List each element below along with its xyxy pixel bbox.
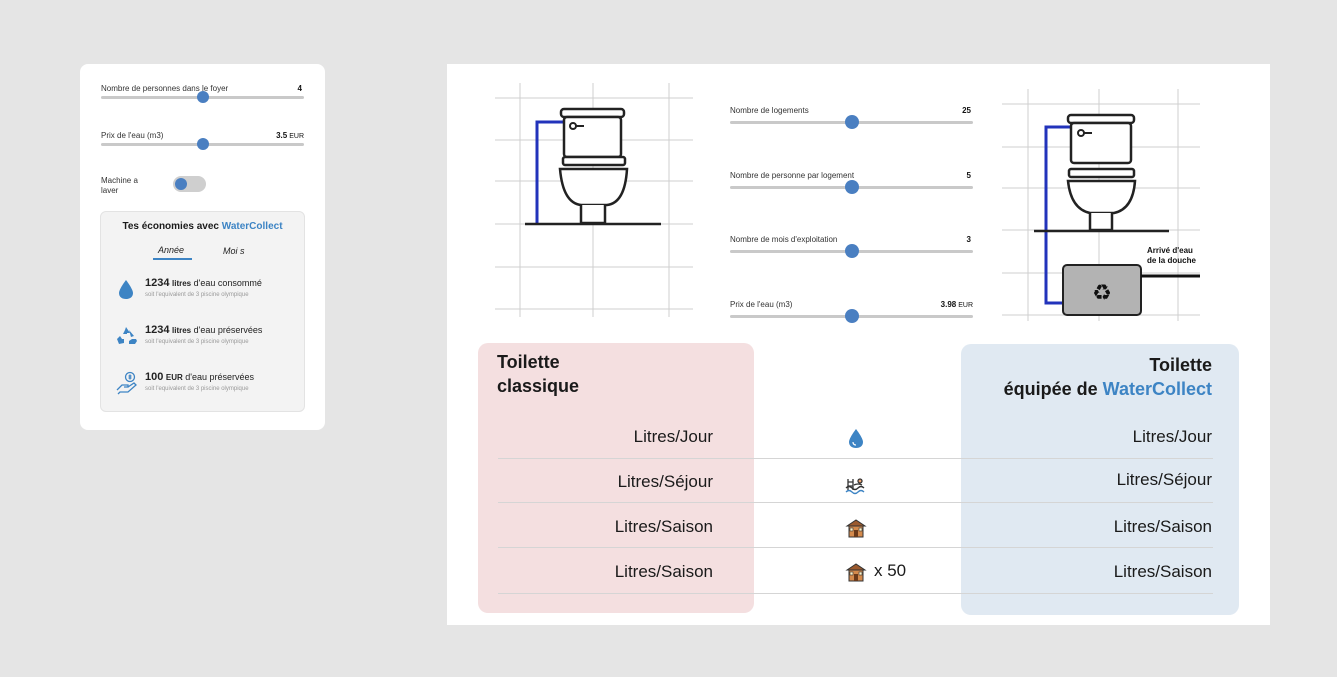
savings-amount: 1234 litres d'eau préservées [145,324,263,336]
slider-value: 4 [297,84,302,93]
slider-thumb[interactable] [196,91,209,103]
classic-column-title: Toilette classique [497,352,580,396]
row-divider [498,547,1213,548]
row-multiplier: x 50 [874,561,907,580]
water-drop-icon [119,280,133,299]
active-tab-indicator [153,258,192,260]
row-divider [498,458,1213,459]
classic-row-season-50: Litres/Saison [614,562,713,581]
classic-row-stay: Litres/Séjour [617,472,713,491]
slider-value: 25 [962,106,971,115]
watercollect-row-stay: Litres/Séjour [1116,470,1212,489]
slider-thumb[interactable] [196,138,209,150]
savings-equivalent: soit l'equivalent de 3 piscine olympique [145,292,249,298]
money-hand-icon [116,371,137,395]
toggle-knob[interactable] [175,178,187,190]
savings-amount: 100 EUR d'eau préservées [145,371,255,383]
slider-label: Nombre de personne par logement [730,171,855,180]
classic-row-season: Litres/Saison [614,517,713,536]
slider-thumb[interactable] [844,180,859,194]
savings-equivalent: soit l'equivalent de 3 piscine olympique [145,386,249,392]
slider-value: 3 [966,235,971,244]
slider-label: Prix de l'eau (m3) [730,300,793,309]
watercollect-row-season: Litres/Saison [1113,517,1212,536]
recycle-icon [117,327,137,344]
house-icon [845,563,867,582]
savings-amount: 1234 litres d'eau consommé [145,277,262,289]
slider-label: Nombre de mois d'exploitation [730,235,838,244]
water-inlet-label: Arrivé d'eau de la douche [1147,246,1196,265]
savings-equivalent: soit l'equivalent de 3 piscine olympique [145,339,249,345]
toggle-label: Machine a laver [101,176,138,195]
watercollect-toilet-illustration: ♻ Arrivé d'eau de la douche [1002,89,1200,321]
svg-text:♻: ♻ [1092,281,1112,306]
pool-icon [845,478,865,495]
slider-thumb[interactable] [844,309,859,323]
washing-machine-toggle-row: Machine a laver [101,176,304,196]
watercollect-column-title: Toilette équipée de WaterCollect [1003,355,1212,399]
slider-thumb[interactable] [844,244,859,258]
washing-machine-toggle[interactable] [173,176,206,192]
savings-title: Tes économies avec WaterCollect [122,221,283,232]
classic-toilet-illustration [495,83,693,317]
tab-month[interactable]: Moi s [223,245,245,257]
comparison-panel: Nombre de logements 25 Nombre de personn… [447,64,1270,625]
classic-row-day: Litres/Jour [633,427,713,446]
slider-label: Prix de l'eau (m3) [101,131,164,140]
slider-thumb[interactable] [844,115,859,129]
house-icon [845,519,867,538]
slider-label: Nombre de logements [730,106,809,115]
savings-panel: Tes économies avec WaterCollect Année Mo… [100,211,305,412]
tab-year[interactable]: Année [158,245,184,255]
slider-value: 5 [966,171,971,180]
watercollect-row-day: Litres/Jour [1132,427,1212,446]
row-divider [498,593,1213,594]
calculator-card: Nombre de personnes dans le foyer 4 Prix… [80,64,325,430]
water-drop-icon [849,429,863,448]
slider-value: 3.98 EUR [940,300,973,309]
slider-label: Nombre de personnes dans le foyer [101,84,229,93]
row-divider [498,502,1213,503]
slider-value: 3.5 EUR [276,131,304,140]
watercollect-row-season-50: Litres/Saison [1113,562,1212,581]
